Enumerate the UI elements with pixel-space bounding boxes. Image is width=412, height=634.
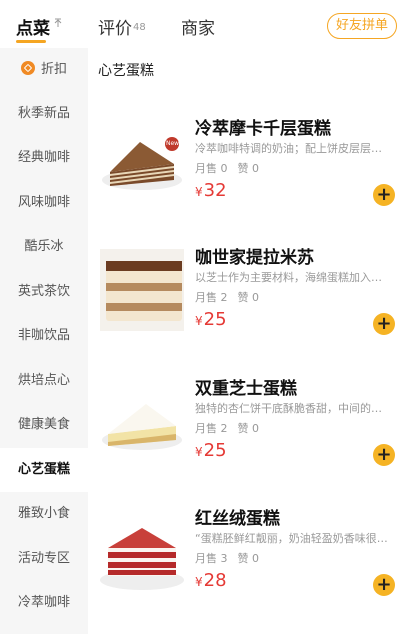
product-name: 冷萃摩卡千层蛋糕 (195, 119, 331, 139)
sidebar-item-cakes[interactable]: 心艺蛋糕 (0, 448, 88, 492)
currency-symbol: ¥ (195, 445, 203, 459)
product-description: 独特的杏仁饼干底酥脆香甜，中间的… (195, 402, 382, 415)
product-description: “蛋糕胚鲜红靓丽，奶油轻盈奶香味很… (195, 532, 388, 545)
likes-count: 赞 0 (237, 291, 260, 304)
tab-reviews[interactable]: 评价 (98, 14, 132, 39)
add-to-cart-button[interactable]: + (373, 574, 395, 596)
sidebar-item-non-coffee[interactable]: 非咖饮品 (0, 314, 88, 358)
product-name: 红丝绒蛋糕 (195, 509, 280, 529)
product-description: 冷萃咖啡特调的奶油；配上饼皮层层… (195, 142, 382, 155)
product-name: 咖世家提拉米苏 (195, 248, 314, 268)
sidebar-item-autumn-new[interactable]: 秋季新品 (0, 92, 88, 136)
active-tab-indicator (16, 40, 46, 43)
sidebar-item-discount[interactable]: 折扣 (0, 48, 88, 92)
top-tab-bar: 点菜 评价 48 商家 好友拼单 (0, 0, 412, 49)
currency-symbol: ¥ (195, 575, 203, 589)
new-badge: New (166, 140, 180, 147)
product-card[interactable]: 双重芝士蛋糕 独特的杏仁饼干底酥脆香甜，中间的… 月售 2 赞 0 ¥25 + (88, 374, 412, 494)
tab-order[interactable]: 点菜 (16, 14, 50, 39)
product-stats: 月售 2 赞 0 (195, 420, 269, 436)
sidebar-item-english-tea[interactable]: 英式茶饮 (0, 270, 88, 314)
product-stats: 月售 0 赞 0 (195, 160, 269, 176)
add-to-cart-button[interactable]: + (373, 184, 395, 206)
product-stats: 月售 3 赞 0 (195, 550, 269, 566)
category-sidebar: 折扣 秋季新品 经典咖啡 风味咖啡 酷乐冰 英式茶饮 非咖饮品 烘培点心 健康美… (0, 48, 88, 634)
product-image (100, 528, 184, 590)
product-stats: 月售 2 赞 0 (195, 289, 269, 305)
add-to-cart-button[interactable]: + (373, 444, 395, 466)
price-value: 28 (203, 570, 227, 591)
monthly-sales: 月售 2 (195, 422, 228, 435)
category-title: 心艺蛋糕 (98, 63, 154, 79)
tab-merchant[interactable]: 商家 (181, 14, 215, 39)
sidebar-item-label: 折扣 (40, 62, 67, 77)
group-order-button[interactable]: 好友拼单 (327, 13, 397, 39)
sidebar-item-flavored-coffee[interactable]: 风味咖啡 (0, 181, 88, 225)
product-image (102, 137, 182, 190)
price-value: 25 (203, 309, 227, 330)
product-price: ¥25 (195, 309, 227, 330)
sidebar-item-classic-coffee[interactable]: 经典咖啡 (0, 136, 88, 180)
monthly-sales: 月售 3 (195, 552, 228, 565)
sidebar-item-cool-ice[interactable]: 酷乐冰 (0, 225, 88, 269)
reviews-count: 48 (133, 22, 146, 33)
likes-count: 赞 0 (237, 552, 260, 565)
product-name: 双重芝士蛋糕 (195, 379, 297, 399)
product-image (100, 249, 184, 331)
product-card[interactable]: 红丝绒蛋糕 “蛋糕胚鲜红靓丽，奶油轻盈奶香味很… 月售 3 赞 0 ¥28 + (88, 504, 412, 624)
likes-count: 赞 0 (237, 422, 260, 435)
product-image (102, 404, 182, 450)
currency-symbol: ¥ (195, 185, 203, 199)
sidebar-item-healthy-food[interactable]: 健康美食 (0, 403, 88, 447)
monthly-sales: 月售 0 (195, 162, 228, 175)
add-to-cart-button[interactable]: + (373, 313, 395, 335)
price-value: 25 (203, 440, 227, 461)
product-price: ¥28 (195, 570, 227, 591)
currency-symbol: ¥ (195, 314, 203, 328)
product-card[interactable]: New 冷萃摩卡千层蛋糕 冷萃咖啡特调的奶油；配上饼皮层层… 月售 0 赞 0 ¥… (88, 114, 412, 234)
monthly-sales: 月售 2 (195, 291, 228, 304)
product-description: 以芝士作为主要材料，海绵蛋糕加入… (195, 271, 382, 284)
product-price: ¥32 (195, 180, 227, 201)
likes-count: 赞 0 (237, 162, 260, 175)
sidebar-item-promotions[interactable]: 活动专区 (0, 537, 88, 581)
sidebar-item-snacks[interactable]: 雅致小食 (0, 492, 88, 536)
product-price: ¥25 (195, 440, 227, 461)
discount-tag-icon (20, 61, 35, 75)
product-card[interactable]: 咖世家提拉米苏 以芝士作为主要材料，海绵蛋糕加入… 月售 2 赞 0 ¥25 + (88, 243, 412, 363)
price-value: 32 (203, 180, 227, 201)
sort-icon (54, 18, 62, 27)
sidebar-item-cold-brew[interactable]: 冷萃咖啡 (0, 581, 88, 625)
sidebar-item-bakery[interactable]: 烘培点心 (0, 359, 88, 403)
product-list: 心艺蛋糕 New 冷萃摩卡千层蛋糕 冷萃咖啡特调的奶油；配上饼皮层层… 月售 0… (88, 48, 412, 634)
